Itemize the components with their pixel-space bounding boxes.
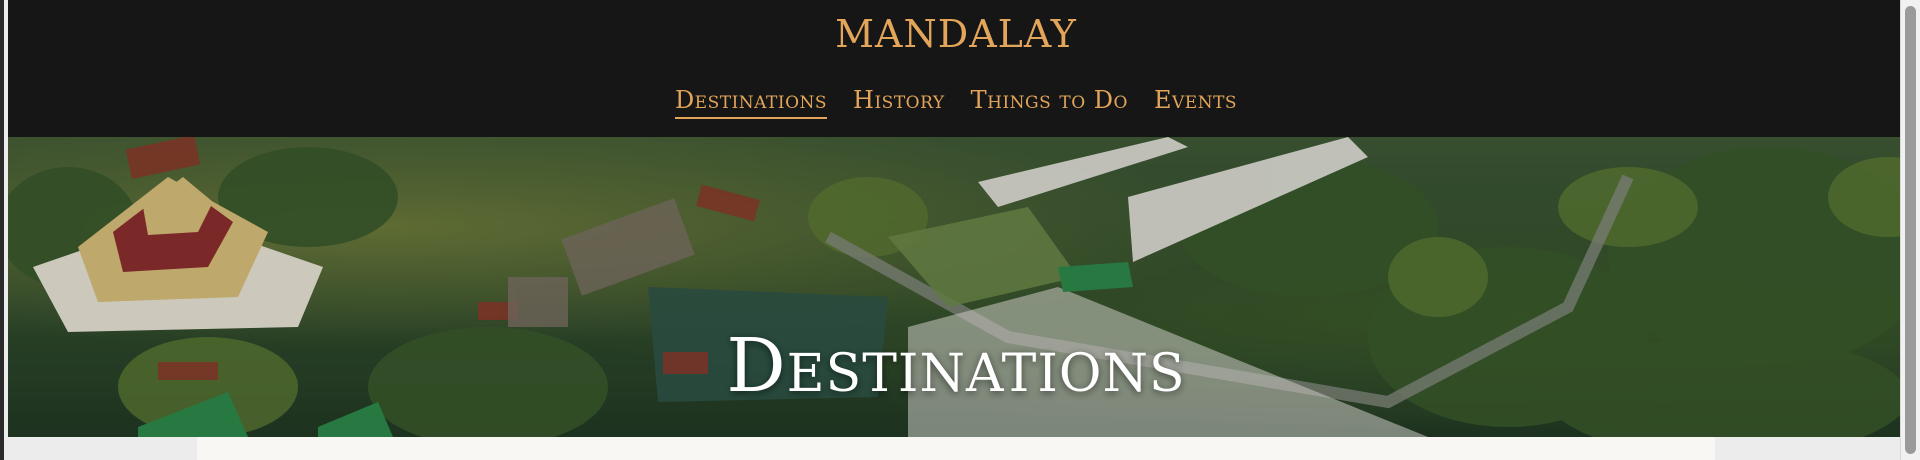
site-header: MANDALAY Destinations History Things to … — [8, 0, 1904, 137]
nav-item-destinations[interactable]: Destinations — [674, 86, 828, 119]
scrollbar-thumb[interactable] — [1905, 6, 1916, 454]
site-brand-logo[interactable]: MANDALAY — [8, 12, 1904, 56]
vertical-scrollbar[interactable] — [1900, 0, 1920, 460]
nav-item-things-to-do[interactable]: Things to Do — [971, 86, 1128, 119]
main-nav: Destinations History Things to Do Events — [8, 86, 1904, 119]
browser-viewport: MANDALAY Destinations History Things to … — [0, 0, 1920, 460]
nav-item-history[interactable]: History — [853, 86, 945, 119]
hero-banner: Destinations — [8, 137, 1904, 437]
hero-title: Destinations — [726, 323, 1186, 409]
nav-item-events[interactable]: Events — [1154, 86, 1237, 119]
main-content-panel — [197, 437, 1715, 460]
